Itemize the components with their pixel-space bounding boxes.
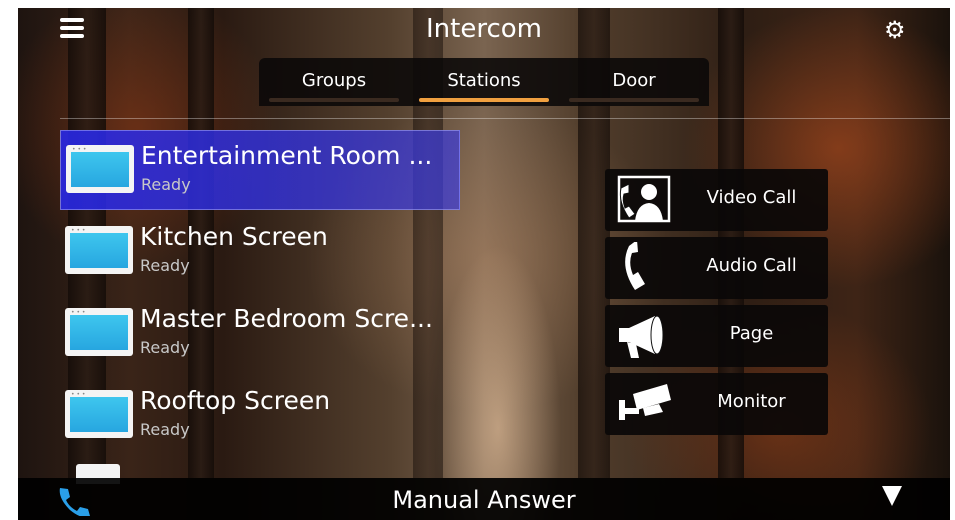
manual-answer-label[interactable]: Manual Answer xyxy=(18,486,950,514)
tab-label: Stations xyxy=(447,70,521,91)
station-status: Ready xyxy=(140,256,190,275)
station-item-entertainment-room[interactable]: • • • Entertainment Room ... Ready xyxy=(60,130,460,210)
station-item-master-bedroom[interactable]: • • • Master Bedroom Scre... Ready xyxy=(60,294,458,372)
tab-door[interactable]: Door xyxy=(559,58,709,106)
screen-thumbnail-icon: • • • xyxy=(65,226,133,274)
divider xyxy=(60,118,950,119)
bottom-bar: Manual Answer xyxy=(18,478,950,520)
monitor-button[interactable]: Monitor xyxy=(605,373,828,435)
tab-stations[interactable]: Stations xyxy=(409,58,559,106)
screen-thumbnail-icon: • • • xyxy=(65,390,133,438)
tab-indicator xyxy=(569,98,699,102)
station-name: Master Bedroom Scre... xyxy=(140,304,433,333)
station-item-rooftop[interactable]: • • • Rooftop Screen Ready xyxy=(60,376,458,454)
station-item-kitchen[interactable]: • • • Kitchen Screen Ready xyxy=(60,212,458,290)
station-name: Entertainment Room ... xyxy=(141,141,433,170)
screen-thumbnail-icon: • • • xyxy=(66,145,134,193)
tab-label: Door xyxy=(612,70,656,91)
tab-indicator-active xyxy=(419,98,549,102)
station-status: Ready xyxy=(140,338,190,357)
page-button[interactable]: Page xyxy=(605,305,828,367)
phone-handset-icon xyxy=(625,242,645,290)
station-name: Kitchen Screen xyxy=(140,222,328,251)
station-status: Ready xyxy=(140,420,190,439)
tab-groups[interactable]: Groups xyxy=(259,58,409,106)
top-bar: Intercom ⚙ xyxy=(18,8,950,53)
tab-label: Groups xyxy=(301,70,367,91)
screen-thumbnail-icon: • • • xyxy=(65,308,133,356)
tab-indicator xyxy=(269,98,399,102)
action-label: Monitor xyxy=(717,391,786,412)
dropdown-arrow-icon[interactable] xyxy=(882,486,902,506)
audio-call-button[interactable]: Audio Call xyxy=(605,237,828,299)
action-label: Video Call xyxy=(706,187,797,208)
page-title: Intercom xyxy=(426,14,542,44)
gear-icon[interactable]: ⚙ xyxy=(884,16,906,44)
video-call-icon xyxy=(617,175,671,223)
action-label: Audio Call xyxy=(706,255,797,276)
action-label: Page xyxy=(729,323,774,344)
tab-bar: Groups Stations Door xyxy=(259,58,709,106)
station-name: Rooftop Screen xyxy=(140,386,331,415)
video-call-button[interactable]: Video Call xyxy=(605,169,828,231)
intercom-app: Intercom ⚙ Groups Stations Door • • • En… xyxy=(18,8,950,520)
security-camera-icon xyxy=(619,384,671,420)
megaphone-icon xyxy=(619,315,664,358)
station-status: Ready xyxy=(141,175,191,194)
